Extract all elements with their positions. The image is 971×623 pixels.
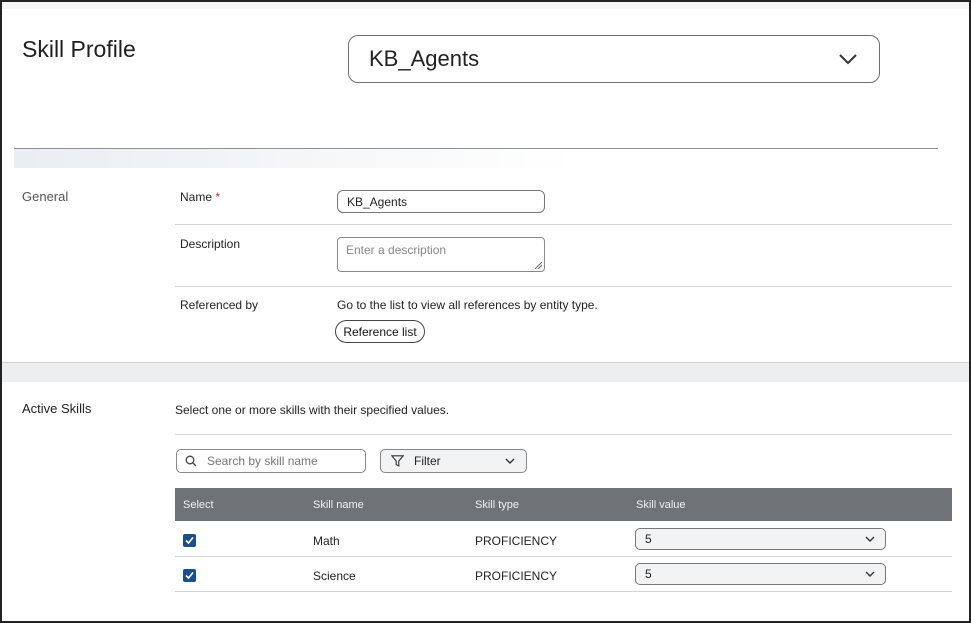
skill-type-cell: PROFICIENCY [475,569,558,583]
skill-value: 5 [645,567,652,581]
row-select-checkbox[interactable] [183,534,196,547]
search-icon [185,455,197,467]
chevron-down-icon [865,571,875,577]
app-window: Skill Profile KB_Agents General Name * K… [0,0,971,623]
checkmark-icon [185,536,194,545]
filter-label: Filter [414,454,441,468]
checkmark-icon [185,571,194,580]
skill-profile-select[interactable]: KB_Agents [348,35,880,83]
skill-search-input[interactable]: Search by skill name [176,449,366,473]
skill-type-cell: PROFICIENCY [475,534,558,548]
name-field-label: Name * [180,190,220,204]
skills-table-header: Select Skill name Skill type Skill value [175,488,952,521]
active-skills-instruction: Select one or more skills with their spe… [175,403,450,417]
reference-list-button[interactable]: Reference list [335,320,425,343]
referenced-by-text: Go to the list to view all references by… [337,298,598,312]
row-divider [175,224,952,225]
skill-name-cell: Math [313,534,340,548]
column-header-skill-value: Skill value [636,499,686,511]
skill-value: 5 [645,532,652,546]
skill-value-select[interactable]: 5 [635,528,886,550]
header-shade [14,149,574,168]
chevron-down-icon [839,54,857,65]
column-header-skill-name: Skill name [313,499,364,511]
skill-value-select[interactable]: 5 [635,563,886,585]
section-label-general: General [22,189,69,204]
name-label-text: Name [180,190,213,204]
description-textarea[interactable]: Enter a description [337,237,545,272]
chevron-down-icon [865,536,875,542]
row-select-checkbox[interactable] [183,569,196,582]
description-field-label: Description [180,237,241,251]
row-divider [175,434,952,435]
table-row: Math PROFICIENCY 5 [175,522,952,557]
table-row: Science PROFICIENCY 5 [175,557,952,592]
chevron-down-icon [505,458,515,464]
resize-grip-icon[interactable] [535,262,542,269]
column-header-select: Select [183,499,214,511]
filter-dropdown[interactable]: Filter [380,449,527,473]
skill-name-cell: Science [313,569,356,583]
required-mark: * [215,190,221,204]
page-title: Skill Profile [22,36,136,62]
row-divider [175,286,952,287]
filter-icon [391,455,404,467]
skill-profile-select-value: KB_Agents [369,46,480,71]
section-label-active-skills: Active Skills [22,401,92,416]
section-separator [2,362,969,382]
search-placeholder: Search by skill name [207,454,318,468]
top-strip [2,2,969,9]
description-placeholder: Enter a description [346,243,447,257]
name-input[interactable]: KB_Agents [337,190,545,213]
column-header-skill-type: Skill type [475,499,520,511]
referenced-by-label: Referenced by [180,298,259,312]
